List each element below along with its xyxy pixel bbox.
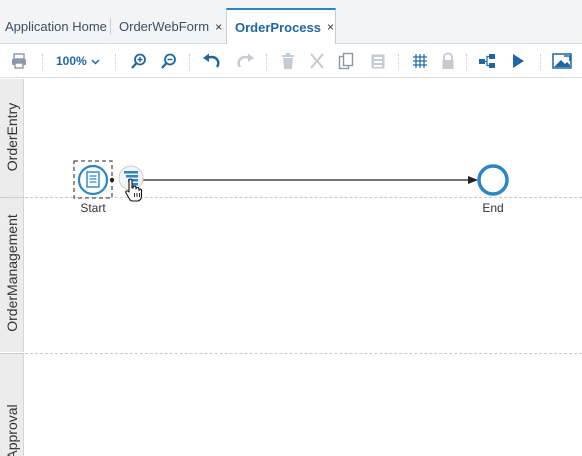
tab-label: OrderWebForm [119, 19, 210, 34]
delete-icon[interactable] [277, 50, 299, 72]
toolbar-separator [42, 54, 43, 70]
zoom-dropdown[interactable]: 100% [56, 54, 100, 68]
run-icon[interactable] [507, 50, 529, 72]
tab-bar: Application Home OrderWebForm × OrderPro… [0, 0, 582, 44]
start-event[interactable] [73, 160, 115, 199]
cut-icon[interactable] [306, 50, 328, 72]
zoom-out-icon[interactable] [158, 50, 180, 72]
grid-icon[interactable] [409, 50, 431, 72]
lock-icon[interactable] [437, 50, 459, 72]
image-export-icon[interactable] [551, 50, 573, 72]
copy-icon[interactable] [335, 50, 357, 72]
chevron-down-icon [91, 54, 100, 68]
toolbar-separator [115, 54, 116, 70]
end-event[interactable] [477, 164, 509, 196]
toolbar-separator [466, 54, 467, 70]
toolbar-separator [189, 54, 190, 70]
undo-icon[interactable] [201, 50, 223, 72]
print-icon[interactable] [8, 50, 30, 72]
tab-label: Application Home [5, 19, 107, 34]
diagram-layer [73, 160, 509, 202]
zoom-level: 100% [56, 54, 87, 68]
close-icon[interactable]: × [327, 20, 334, 34]
process-designer: Application Home OrderWebForm × OrderPro… [0, 0, 582, 456]
tab-orderprocess[interactable]: OrderProcess × [226, 8, 336, 44]
tab-application-home[interactable]: Application Home [0, 9, 108, 44]
tab-separator [110, 18, 111, 34]
tab-orderwebform[interactable]: OrderWebForm × [114, 9, 226, 44]
process-canvas[interactable]: OrderEntry OrderManagement Approval Star… [0, 79, 582, 456]
close-icon[interactable]: × [215, 20, 222, 34]
auto-layout-icon[interactable] [476, 50, 498, 72]
end-event-label: End [482, 201, 504, 215]
zoom-in-icon[interactable] [128, 50, 150, 72]
toolbar-separator [540, 54, 541, 70]
tab-label: OrderProcess [235, 19, 321, 35]
toolbar: 100% [0, 45, 582, 78]
start-event-label: Start [80, 201, 106, 215]
paste-icon[interactable] [367, 50, 389, 72]
toolbar-separator [266, 54, 267, 70]
toolbar-separator [398, 54, 399, 70]
redo-icon[interactable] [234, 50, 256, 72]
